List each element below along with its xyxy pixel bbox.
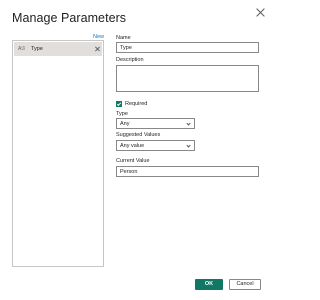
close-icon[interactable] [256,8,265,17]
type-dropdown[interactable]: Any [116,118,195,129]
description-label: Description [116,57,144,63]
parameter-icon: Aℬ [18,46,26,52]
required-checkbox[interactable] [116,101,122,107]
parameter-item-label: Type [31,45,43,52]
cancel-button[interactable]: Cancel [229,279,261,290]
remove-parameter-icon[interactable] [95,46,100,51]
type-label: Type [116,111,128,117]
chevron-down-icon [186,121,191,126]
suggested-values-dropdown[interactable]: Any value [116,140,195,151]
name-input[interactable]: Type [116,42,259,53]
current-value-label: Current Value [116,158,150,164]
chevron-down-icon [186,143,191,148]
parameter-list: Aℬ Type [12,40,104,267]
name-label: Name [116,35,131,41]
manage-parameters-dialog: Manage Parameters New Aℬ Type Name Type … [0,0,273,300]
description-textarea[interactable] [116,65,259,92]
suggested-values-label: Suggested Values [116,132,161,138]
parameter-list-item[interactable]: Aℬ Type [14,42,102,56]
current-value-input[interactable]: Person [116,166,259,177]
type-dropdown-value: Any [120,121,130,127]
required-label: Required [125,101,148,107]
ok-button[interactable]: OK [195,279,223,290]
suggested-values-dropdown-value: Any value [120,143,145,149]
dialog-title: Manage Parameters [12,11,127,25]
